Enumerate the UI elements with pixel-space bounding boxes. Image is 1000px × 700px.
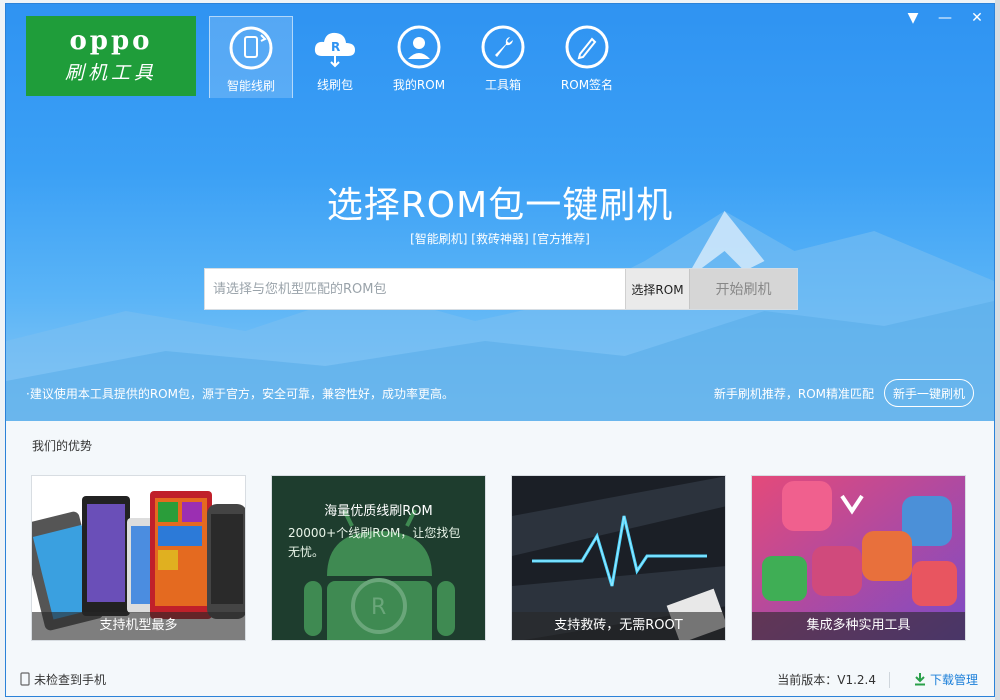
- nav-smart-flash[interactable]: 智能线刷: [209, 16, 293, 98]
- page-headline: 选择ROM包一键刷机: [326, 185, 674, 226]
- top-nav: 智能线刷 R 线刷包 我的ROM 工具箱 ROM签名: [209, 16, 629, 98]
- device-status-text: 未检查到手机: [34, 672, 107, 687]
- status-bar: 未检查到手机 当前版本：V1.2.4 下载管理: [6, 662, 994, 696]
- advantage-card-android[interactable]: R 海量优质线刷ROM 20000+个线刷ROM，让您找包无忧。: [271, 475, 486, 641]
- nav-label: 智能线刷: [226, 79, 275, 93]
- download-manager-link[interactable]: 下载管理: [914, 671, 978, 688]
- download-manager-label: 下载管理: [929, 672, 978, 687]
- download-icon: [914, 673, 925, 686]
- nav-rom-package[interactable]: R 线刷包: [293, 16, 377, 98]
- start-flash-button[interactable]: 开始刷机: [689, 269, 797, 309]
- card-caption: 集成多种实用工具: [752, 612, 965, 640]
- advantage-cards: 支持机型最多 R 海量优质线刷ROM 20000+个线刷ROM，让您找包无忧。: [31, 475, 966, 641]
- nav-label: 工具箱: [484, 78, 521, 92]
- window-controls: ▼ — ✕: [904, 10, 986, 26]
- device-status: 未检查到手机: [20, 671, 106, 688]
- nav-rom-sign[interactable]: ROM签名: [545, 16, 629, 98]
- pen-icon: [565, 25, 609, 69]
- rom-search-bar: 选择ROM 开始刷机: [204, 268, 798, 310]
- newbie-flash-button[interactable]: 新手一键刷机: [883, 379, 974, 407]
- version-text: 当前版本：V1.2.4: [777, 672, 876, 687]
- hero-panel: oppo 刷机工具 智能线刷 R 线刷包 我的ROM 工具箱 ROM签名 ▼ —…: [6, 4, 994, 421]
- close-button[interactable]: ✕: [968, 10, 986, 26]
- card-caption: 支持机型最多: [32, 612, 245, 640]
- wrench-icon: [481, 25, 525, 69]
- recommend-text: 新手刷机推荐，ROM精准匹配: [713, 387, 874, 401]
- menu-dropdown-icon[interactable]: ▼: [904, 10, 922, 26]
- nav-label: ROM签名: [560, 78, 614, 92]
- nav-my-rom[interactable]: 我的ROM: [377, 16, 461, 98]
- card-overlay-title: 海量优质线刷ROM: [324, 504, 433, 519]
- advantage-card-phones[interactable]: 支持机型最多: [31, 475, 246, 641]
- nav-toolbox[interactable]: 工具箱: [461, 16, 545, 98]
- phone-icon: [20, 672, 30, 686]
- phone-refresh-icon: [229, 26, 273, 70]
- background-edge: [995, 0, 1000, 700]
- advantage-card-apps[interactable]: 集成多种实用工具: [751, 475, 966, 641]
- logo-brand: oppo: [69, 26, 153, 56]
- status-divider: [889, 672, 890, 688]
- card-caption: 支持救砖，无需ROOT: [512, 612, 725, 640]
- user-icon: [397, 25, 441, 69]
- svg-text:R: R: [331, 40, 340, 54]
- app-window: oppo 刷机工具 智能线刷 R 线刷包 我的ROM 工具箱 ROM签名 ▼ —…: [5, 3, 995, 697]
- minimize-button[interactable]: —: [936, 10, 954, 26]
- oppo-logo: oppo 刷机工具: [26, 16, 196, 96]
- nav-label: 我的ROM: [392, 78, 446, 92]
- advantages-title: 我们的优势: [32, 439, 93, 453]
- svg-text:R: R: [371, 595, 386, 620]
- nav-label: 线刷包: [316, 78, 353, 92]
- card-overlay-desc: 20000+个线刷ROM，让您找包无忧。: [288, 526, 461, 559]
- select-rom-button[interactable]: 选择ROM: [625, 269, 689, 309]
- usage-tip: ·建议使用本工具提供的ROM包，源于官方，安全可靠，兼容性好，成功率更高。: [26, 387, 454, 401]
- advantage-card-pulse[interactable]: 支持救砖，无需ROOT: [511, 475, 726, 641]
- feature-tags: [智能刷机] [救砖神器] [官方推荐]: [410, 232, 590, 246]
- rom-path-input[interactable]: [205, 269, 625, 309]
- logo-subtitle: 刷机工具: [64, 62, 157, 84]
- cloud-rom-icon: R: [314, 32, 355, 68]
